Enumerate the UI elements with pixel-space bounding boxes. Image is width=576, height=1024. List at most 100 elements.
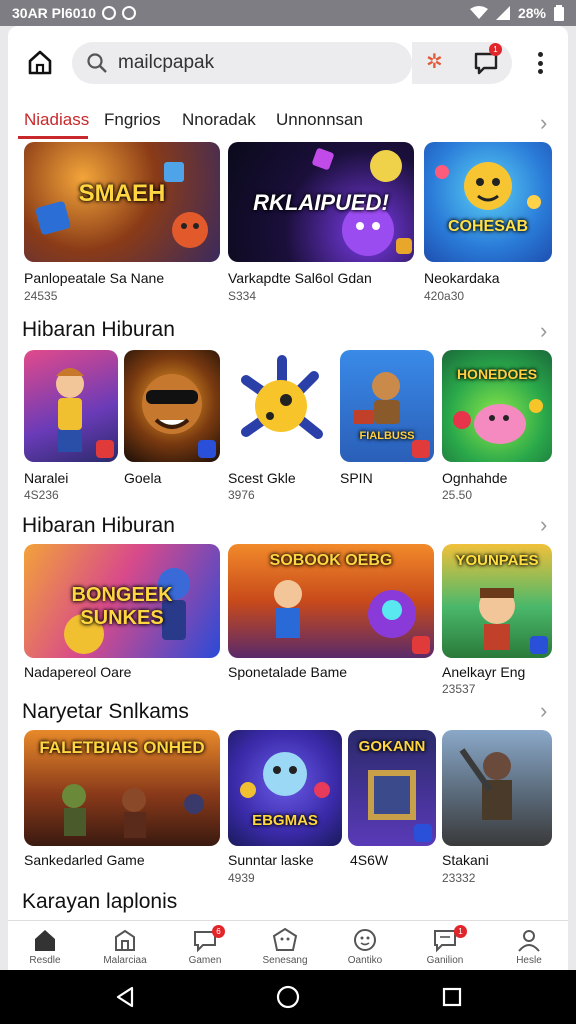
game-meta: 4939 <box>228 871 255 885</box>
nav-label: Hesle <box>516 955 542 966</box>
nav-item-home[interactable]: Resdle <box>10 927 80 966</box>
game-name[interactable]: SPIN <box>340 470 373 486</box>
tab-1[interactable]: Niadiass <box>24 110 89 130</box>
game-tile[interactable]: GOKANN <box>348 730 436 846</box>
game-tile[interactable] <box>24 350 118 462</box>
tile-title: GOKANN <box>358 738 426 755</box>
nav-item-store[interactable]: Malarciaa <box>90 927 160 966</box>
notification-icon <box>122 6 137 20</box>
app-screen: mailcpapak ✲ 1 Niadiass Fngrios Nnoradak… <box>8 26 568 970</box>
smiley-icon <box>354 929 376 951</box>
game-name[interactable]: Neokardaka <box>424 270 500 286</box>
profile-icon <box>518 930 540 952</box>
nav-item-games[interactable]: Gamen <box>170 927 240 966</box>
search-bar[interactable]: mailcpapak <box>72 42 412 84</box>
game-meta: 23332 <box>442 871 476 885</box>
game-name[interactable]: Ognhahde <box>442 470 507 486</box>
bottom-navigation: Resdle Malarciaa Gamen 6 Senesang Oantik… <box>8 920 568 970</box>
chevron-right-icon[interactable]: › <box>540 514 547 536</box>
tile-title: SOBOOK OEBG <box>269 552 393 569</box>
message-badge: 1 <box>489 43 502 56</box>
game-name[interactable]: Sponetalade Bame <box>228 664 347 680</box>
game-tile[interactable] <box>442 730 552 846</box>
section-title: Karayan laplonis <box>22 890 178 913</box>
collection-badge: 1 <box>454 925 467 938</box>
nav-label: Senesang <box>262 955 308 966</box>
game-tile[interactable]: BONGEEK SUNKES <box>24 544 220 658</box>
game-tile[interactable]: FIALBUSS <box>340 350 434 462</box>
tab-3[interactable]: Nnoradak <box>182 110 256 130</box>
tab-4[interactable]: Unnonnsan <box>276 110 363 130</box>
game-name[interactable]: Sunntar laske <box>228 852 314 868</box>
game-meta: 4S236 <box>24 488 59 502</box>
home-icon <box>35 930 55 951</box>
tile-title: SMAEH <box>78 180 166 207</box>
game-tile[interactable]: EBGMAS <box>228 730 342 846</box>
game-tile[interactable]: FALETBIAIS ONHED <box>24 730 220 846</box>
game-name[interactable]: Nadapereol Oare <box>24 664 131 680</box>
chevron-right-icon[interactable]: › <box>540 112 547 134</box>
chevron-right-icon[interactable]: › <box>540 700 547 722</box>
home-button-icon[interactable] <box>276 985 300 1009</box>
game-name[interactable]: Scest Gkle <box>228 470 296 486</box>
nav-item-activity[interactable]: Oantiko <box>330 927 400 966</box>
tile-title: FALETBIAIS ONHED <box>39 738 205 757</box>
status-text: 30AR Pl6010 <box>12 5 97 21</box>
tile-title: BONGEEK SUNKES <box>71 584 173 629</box>
notification-icon <box>102 6 117 20</box>
section-title: Naryetar Snlkams <box>22 700 189 723</box>
game-meta: 420a30 <box>424 289 465 303</box>
more-options-icon[interactable] <box>530 50 550 76</box>
app-badge-icon <box>412 636 430 654</box>
game-name[interactable]: Naralei <box>24 470 68 486</box>
app-badge-icon <box>96 440 114 458</box>
home-icon[interactable] <box>26 48 54 76</box>
nav-item-collection[interactable]: Ganilion <box>410 927 480 966</box>
wifi-icon <box>469 6 488 19</box>
app-badge-icon <box>198 440 216 458</box>
game-meta: S334 <box>228 289 257 303</box>
game-tile[interactable]: HONEDOES <box>442 350 552 462</box>
section-title: Hibaran Hiburan <box>22 514 175 537</box>
sparkle-icon[interactable]: ✲ <box>426 52 443 72</box>
game-name[interactable]: Anelkayr Eng <box>442 664 525 680</box>
tab-2[interactable]: Fngrios <box>104 110 161 130</box>
battery-percent: 28% <box>517 5 546 21</box>
category-tabs: Niadiass Fngrios Nnoradak Unnonnsan › <box>8 106 568 140</box>
tile-title: YOUNPAES <box>455 552 539 569</box>
nav-item-social[interactable]: Senesang <box>250 927 320 966</box>
battery-icon <box>554 5 564 21</box>
face-icon <box>272 927 298 951</box>
back-icon[interactable] <box>114 986 136 1008</box>
game-tile[interactable]: SMAEH <box>24 142 220 262</box>
games-badge: 6 <box>212 925 225 938</box>
tile-title: COHESAB <box>447 218 528 235</box>
game-tile[interactable]: SOBOOK OEBG <box>228 544 434 658</box>
recents-icon[interactable] <box>442 987 462 1007</box>
active-tab-indicator <box>18 136 88 139</box>
game-name[interactable]: Varkapdte Sal6ol Gdan <box>228 270 372 286</box>
tile-title: HONEDOES <box>456 366 538 382</box>
nav-label: Ganilion <box>426 955 464 966</box>
game-tile[interactable] <box>226 350 336 462</box>
nav-item-profile[interactable]: Hesle <box>494 927 564 966</box>
game-tile[interactable]: COHESAB <box>424 142 552 262</box>
game-meta: 25.50 <box>442 488 473 502</box>
game-art-icon <box>241 355 323 439</box>
game-art-icon <box>435 162 541 210</box>
section-title: Hibaran Hiburan <box>22 318 175 341</box>
game-tile[interactable]: RKLAIPUED! <box>228 142 414 262</box>
chevron-right-icon[interactable]: › <box>540 320 547 342</box>
game-name[interactable]: 4S6W <box>350 852 388 868</box>
game-tile[interactable]: YOUNPAES <box>442 544 552 658</box>
game-name[interactable]: Goela <box>124 470 161 486</box>
game-meta: 3976 <box>228 488 255 502</box>
game-name[interactable]: Stakani <box>442 852 489 868</box>
status-bar: 30AR Pl6010 28% <box>0 0 576 26</box>
game-name[interactable]: Panlopeatale Sa Nane <box>24 270 164 286</box>
game-name[interactable]: Sankedarled Game <box>24 852 145 868</box>
search-input[interactable]: mailcpapak <box>118 52 214 74</box>
store-icon <box>115 929 135 951</box>
nav-label: Malarciaa <box>103 955 147 966</box>
game-tile[interactable] <box>124 350 220 462</box>
